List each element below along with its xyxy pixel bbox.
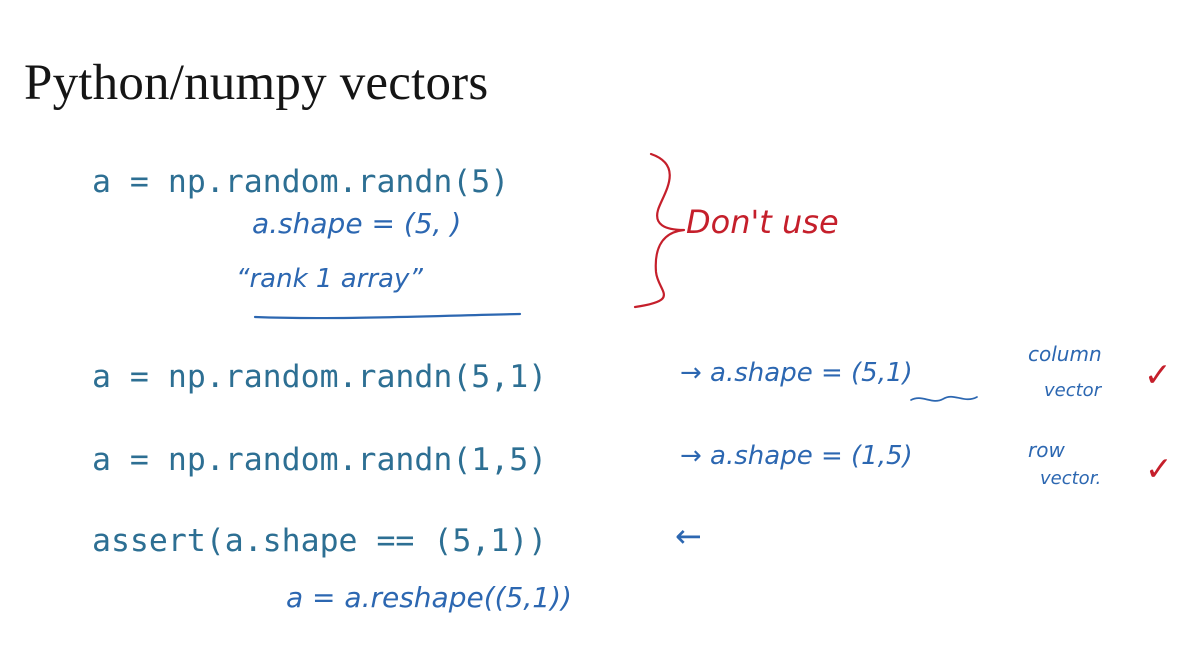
checkmark-column-vector: ✓: [1144, 355, 1172, 394]
code-line-randn-5-1: a = np.random.randn(5,1): [92, 359, 548, 395]
code-line-randn-1-5: a = np.random.randn(1,5): [92, 442, 548, 478]
slide-title: Python/numpy vectors: [24, 55, 489, 111]
handwritten-dont-use-note: Don't use: [686, 203, 839, 241]
code-line-assert-shape: assert(a.shape == (5,1)): [92, 523, 548, 559]
handwritten-vector-word-column: vector: [1044, 380, 1102, 401]
handwritten-column-word: column: [1028, 342, 1102, 366]
red-brace: [633, 152, 686, 309]
handwritten-row-word: row: [1028, 438, 1065, 462]
handwritten-reshape-note: a = a.reshape((5,1)): [286, 581, 572, 614]
code-line-randn-5: a = np.random.randn(5): [92, 164, 510, 200]
handwritten-shape-note-row: → a.shape = (1,5): [680, 441, 913, 471]
handwritten-vector-word-row: vector.: [1040, 468, 1102, 489]
handwritten-left-arrow-note: ←: [675, 517, 702, 555]
checkmark-row-vector: ✓: [1145, 449, 1173, 488]
rank-array-underline: [253, 312, 522, 320]
slide: Python/numpy vectors a = np.random.randn…: [0, 0, 1192, 646]
handwritten-shape-note-rank1: a.shape = (5, ): [252, 207, 462, 240]
handwritten-shape-note-column: → a.shape = (5,1): [680, 358, 913, 388]
handwritten-rank-1-array-note: “rank 1 array”: [236, 264, 423, 294]
shape-tilde-underline: [910, 395, 978, 402]
